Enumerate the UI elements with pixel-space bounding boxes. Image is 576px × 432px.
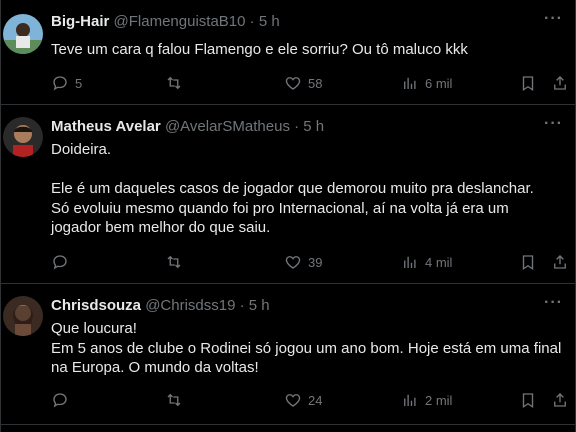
tweet-actions: 5 58 6 mil bbox=[51, 73, 575, 93]
retweet-button[interactable] bbox=[165, 390, 189, 410]
views-icon bbox=[404, 77, 416, 89]
tweet-text-line: Só evoluiu mesmo quando foi pro Internac… bbox=[51, 199, 509, 217]
timestamp[interactable]: 5 h bbox=[303, 118, 324, 135]
share-button[interactable] bbox=[551, 252, 569, 272]
timestamp[interactable]: 5 h bbox=[259, 13, 280, 30]
avatar[interactable] bbox=[3, 117, 43, 157]
separator-dot: · bbox=[294, 118, 300, 135]
share-button[interactable] bbox=[551, 73, 569, 93]
separator-dot: · bbox=[249, 13, 255, 30]
tweet-text-line: na Europa. O mundo da voltas! bbox=[51, 359, 259, 376]
like-count: 39 bbox=[308, 254, 323, 270]
reply-button[interactable] bbox=[51, 390, 75, 410]
view-count: 6 mil bbox=[425, 75, 453, 91]
tweet-header: Big-Hair @FlamenguistaB10 · 5 h bbox=[51, 13, 280, 31]
bookmark-button[interactable] bbox=[519, 73, 537, 93]
retweet-icon bbox=[167, 255, 181, 269]
bookmark-icon bbox=[522, 255, 534, 271]
like-count: 58 bbox=[308, 75, 323, 91]
tweet-actions: 39 4 mil bbox=[51, 252, 575, 272]
more-options-icon[interactable]: ··· bbox=[544, 294, 563, 312]
tweet-text-line: jogador bem melhor do que saiu. bbox=[51, 219, 271, 236]
author-name[interactable]: Chrisdsouza bbox=[51, 297, 141, 314]
more-options-icon[interactable]: ··· bbox=[544, 10, 563, 28]
separator-dot: · bbox=[239, 297, 245, 314]
share-icon bbox=[554, 255, 566, 269]
share-icon bbox=[554, 76, 566, 90]
author-handle[interactable]: @AvelarSMatheus bbox=[165, 118, 290, 135]
author-name[interactable]: Big-Hair bbox=[51, 13, 109, 30]
reply-button[interactable] bbox=[51, 252, 75, 272]
author-name[interactable]: Matheus Avelar bbox=[51, 118, 161, 135]
like-button[interactable]: 24 bbox=[284, 390, 322, 410]
bookmark-button[interactable] bbox=[519, 252, 537, 272]
heart-icon bbox=[285, 77, 301, 90]
tweet-text: Teve um cara q falou Flamengo e ele sorr… bbox=[51, 40, 566, 60]
view-count: 4 mil bbox=[425, 254, 453, 270]
tweet-card[interactable]: Chrisdsouza @Chrisdss19 · 5 h ··· Que lo… bbox=[1, 284, 575, 425]
heart-icon bbox=[285, 256, 301, 269]
bookmark-icon bbox=[522, 393, 534, 409]
bookmark-icon bbox=[522, 76, 534, 92]
avatar[interactable] bbox=[3, 296, 43, 336]
views-button[interactable]: 6 mil bbox=[401, 73, 452, 93]
like-button[interactable]: 58 bbox=[284, 73, 322, 93]
author-handle[interactable]: @Chrisdss19 bbox=[145, 297, 235, 314]
bookmark-button[interactable] bbox=[519, 390, 537, 410]
reply-count: 5 bbox=[75, 75, 83, 91]
tweet-card[interactable]: Matheus Avelar @AvelarSMatheus · 5 h ···… bbox=[1, 105, 575, 284]
views-icon bbox=[404, 256, 416, 268]
tweet-text-line: Ele é um daqueles casos de jogador que d… bbox=[51, 180, 534, 197]
views-icon bbox=[404, 394, 416, 406]
reply-button[interactable]: 5 bbox=[51, 73, 82, 93]
reply-icon bbox=[53, 76, 67, 91]
reply-icon bbox=[53, 255, 67, 270]
reply-icon bbox=[53, 393, 67, 408]
tweet-header: Matheus Avelar @AvelarSMatheus · 5 h bbox=[51, 118, 324, 136]
tweet-text-line: Teve um cara q falou Flamengo e ele sorr… bbox=[51, 41, 468, 58]
like-count: 24 bbox=[308, 392, 323, 408]
views-button[interactable]: 2 mil bbox=[401, 390, 452, 410]
timestamp[interactable]: 5 h bbox=[249, 297, 270, 314]
view-count: 2 mil bbox=[425, 392, 453, 408]
retweet-button[interactable] bbox=[165, 73, 189, 93]
tweet-text-line: Que loucura! bbox=[51, 320, 137, 337]
avatar[interactable] bbox=[3, 14, 43, 54]
like-button[interactable]: 39 bbox=[284, 252, 322, 272]
share-button[interactable] bbox=[551, 390, 569, 410]
tweet-text-line: Doideira. bbox=[51, 141, 112, 158]
more-options-icon[interactable]: ··· bbox=[544, 115, 563, 133]
author-handle[interactable]: @FlamenguistaB10 bbox=[114, 13, 246, 30]
retweet-button[interactable] bbox=[165, 252, 189, 272]
tweet-text-line: Em 5 anos de clube o Rodinei só jogou um… bbox=[51, 339, 562, 357]
tweet-header: Chrisdsouza @Chrisdss19 · 5 h bbox=[51, 297, 270, 315]
share-icon bbox=[554, 393, 566, 407]
views-button[interactable]: 4 mil bbox=[401, 252, 452, 272]
heart-icon bbox=[285, 394, 301, 407]
tweet-text: Que loucura! Em 5 anos de clube o Rodine… bbox=[51, 319, 566, 378]
tweet-card[interactable]: Big-Hair @FlamenguistaB10 · 5 h ··· Teve… bbox=[1, 0, 575, 105]
tweet-actions: 24 2 mil bbox=[51, 390, 575, 410]
retweet-icon bbox=[167, 393, 181, 407]
retweet-icon bbox=[167, 76, 181, 90]
tweet-text: Doideira. Ele é um daqueles casos de jog… bbox=[51, 140, 566, 238]
tweet-text-line bbox=[51, 160, 566, 180]
